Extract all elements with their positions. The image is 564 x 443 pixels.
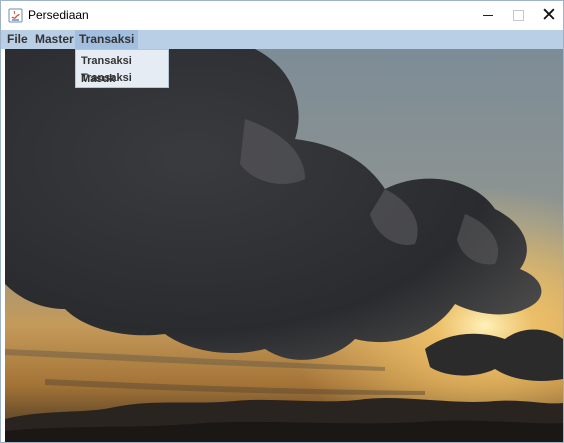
sky-clouds-picture <box>5 49 563 442</box>
menu-item-transaksi-masuk[interactable]: Transaksi Masuk <box>76 52 168 85</box>
menu-transaksi[interactable]: Transaksi <box>75 30 139 49</box>
minimize-icon <box>483 15 493 16</box>
background-image <box>5 49 563 442</box>
java-app-icon <box>8 8 23 23</box>
title-bar[interactable]: Persediaan ✕ <box>1 1 563 30</box>
menu-item-transaksi-keluar[interactable]: Transaksi Keluar <box>76 69 168 102</box>
app-window: Persediaan ✕ File Master Transaksi Trans… <box>0 0 564 443</box>
close-icon: ✕ <box>541 5 557 26</box>
menu-master[interactable]: Master <box>31 30 78 49</box>
menu-bar: File Master Transaksi <box>1 30 563 49</box>
maximize-icon <box>512 10 524 21</box>
menu-file[interactable]: File <box>3 30 32 49</box>
close-button[interactable]: ✕ <box>532 1 563 30</box>
maximize-button[interactable] <box>501 1 535 30</box>
transaksi-dropdown-menu: Transaksi Masuk Transaksi Keluar <box>75 49 169 102</box>
window-title: Persediaan <box>28 8 89 22</box>
minimize-button[interactable] <box>471 1 505 30</box>
